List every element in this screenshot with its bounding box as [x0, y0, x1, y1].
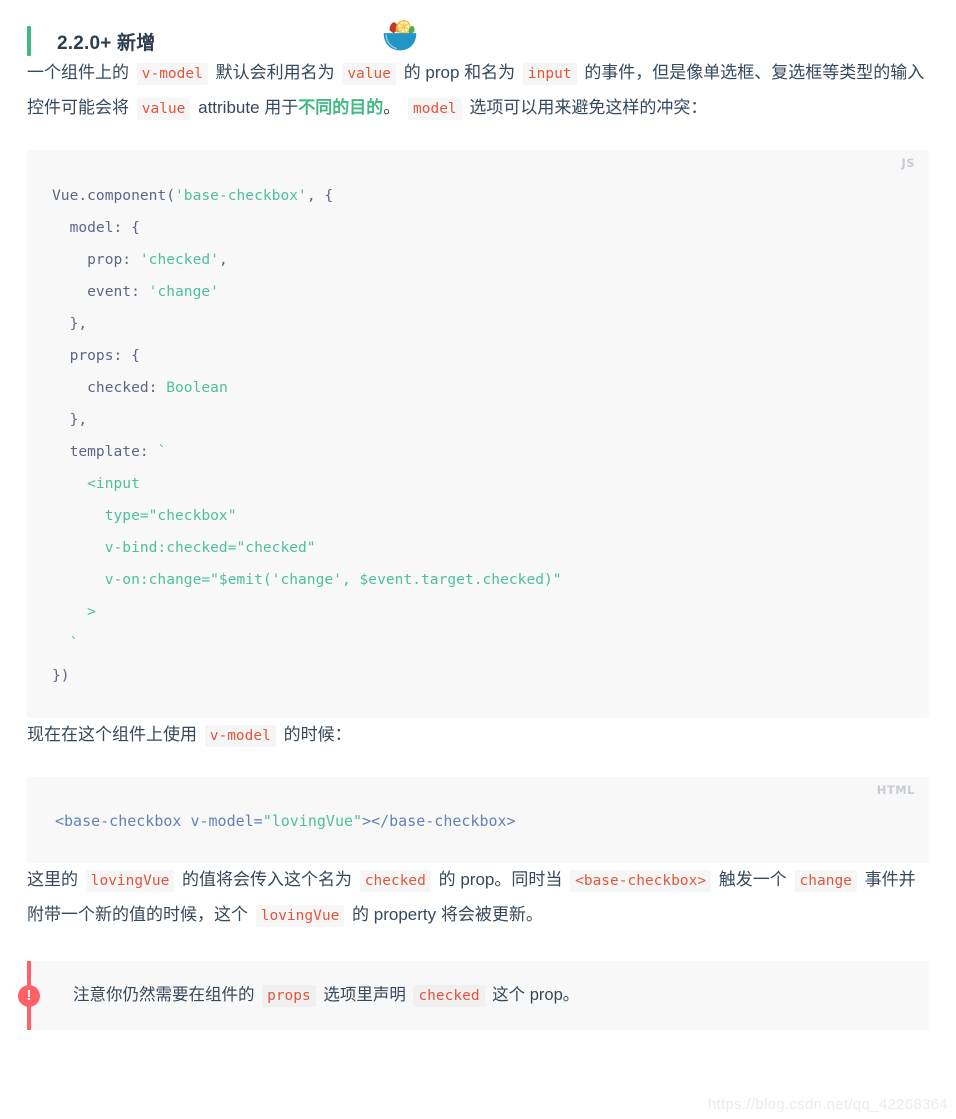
exclamation-circle-icon: !	[18, 984, 40, 1007]
inline-code-lovingvue-2: lovingVue	[255, 905, 345, 927]
accent-bar	[27, 26, 31, 56]
text-seg: 选项里声明	[323, 986, 406, 1004]
text-seg: 注意你仍然需要在组件的	[73, 986, 255, 1004]
html-code-content[interactable]: <base-checkbox v-model="lovingVue"></bas…	[55, 807, 904, 835]
html-code-block: HTML <base-checkbox v-model="lovingVue">…	[27, 777, 929, 863]
text-seg: 这个 prop。	[492, 986, 580, 1004]
watermark: https://blog.csdn.net/qq_42268364	[707, 1096, 948, 1113]
text-seg: 选项可以用来避免这样的冲突：	[469, 98, 708, 117]
text-seg: attribute 用于	[198, 98, 299, 117]
text-seg: 这里的	[27, 870, 78, 889]
code-language-label-js: JS	[901, 156, 915, 170]
page-title: 2.2.0+ 新增	[57, 32, 156, 54]
text-seg: 的 property 将会被更新。	[352, 905, 543, 924]
article-page: 2.2.0+ 新增 一个组件上的 v-model 默认会利用名为 value 的…	[0, 0, 956, 1030]
js-code-block: JS Vue.component('base-checkbox', { mode…	[27, 150, 929, 718]
inline-code-v-model-2: v-model	[204, 725, 276, 747]
inline-code-change: change	[794, 870, 857, 892]
explanation-paragraph: 这里的 lovingVue 的值将会传入这个名为 checked 的 prop。…	[27, 863, 929, 933]
inline-code-checked-2: checked	[413, 985, 485, 1007]
different-purpose-link[interactable]: 不同的目的	[298, 98, 383, 117]
text-seg: 的 prop。同时当	[438, 870, 563, 889]
inline-code-model: model	[408, 98, 462, 120]
tip-text: 注意你仍然需要在组件的 props 选项里声明 checked 这个 prop。	[73, 980, 579, 1011]
warning-tip-block: ! 注意你仍然需要在组件的 props 选项里声明 checked 这个 pro…	[18, 961, 929, 1030]
text-seg: 。	[383, 98, 401, 117]
inline-code-checked: checked	[359, 870, 431, 892]
text-seg: 的时候：	[283, 725, 352, 744]
text-seg: 的值将会传入这个名为	[182, 870, 353, 889]
text-seg: 一个组件上的	[27, 63, 129, 82]
text-seg: 的 prop 和名为	[403, 63, 516, 82]
inline-code-lovingvue: lovingVue	[85, 870, 175, 892]
version-badge-heading: 2.2.0+ 新增	[27, 0, 929, 56]
inline-code-base-checkbox: <base-checkbox>	[570, 870, 712, 892]
inline-code-value-2: value	[136, 98, 191, 120]
salad-bowl-emoji	[377, 12, 423, 58]
usage-paragraph: 现在在这个组件上使用 v-model 的时候：	[27, 718, 929, 753]
text-seg: 现在在这个组件上使用	[27, 725, 197, 744]
inline-code-props: props	[262, 985, 316, 1007]
js-code-content[interactable]: Vue.component('base-checkbox', { model: …	[52, 180, 904, 692]
inline-code-v-model: v-model	[136, 63, 208, 85]
text-seg: 默认会利用名为	[215, 63, 335, 82]
intro-paragraph: 一个组件上的 v-model 默认会利用名为 value 的 prop 和名为 …	[27, 56, 929, 126]
code-language-label-html: HTML	[876, 783, 915, 797]
inline-code-value: value	[342, 63, 396, 85]
text-seg: 触发一个	[718, 870, 787, 889]
inline-code-input: input	[522, 63, 577, 85]
